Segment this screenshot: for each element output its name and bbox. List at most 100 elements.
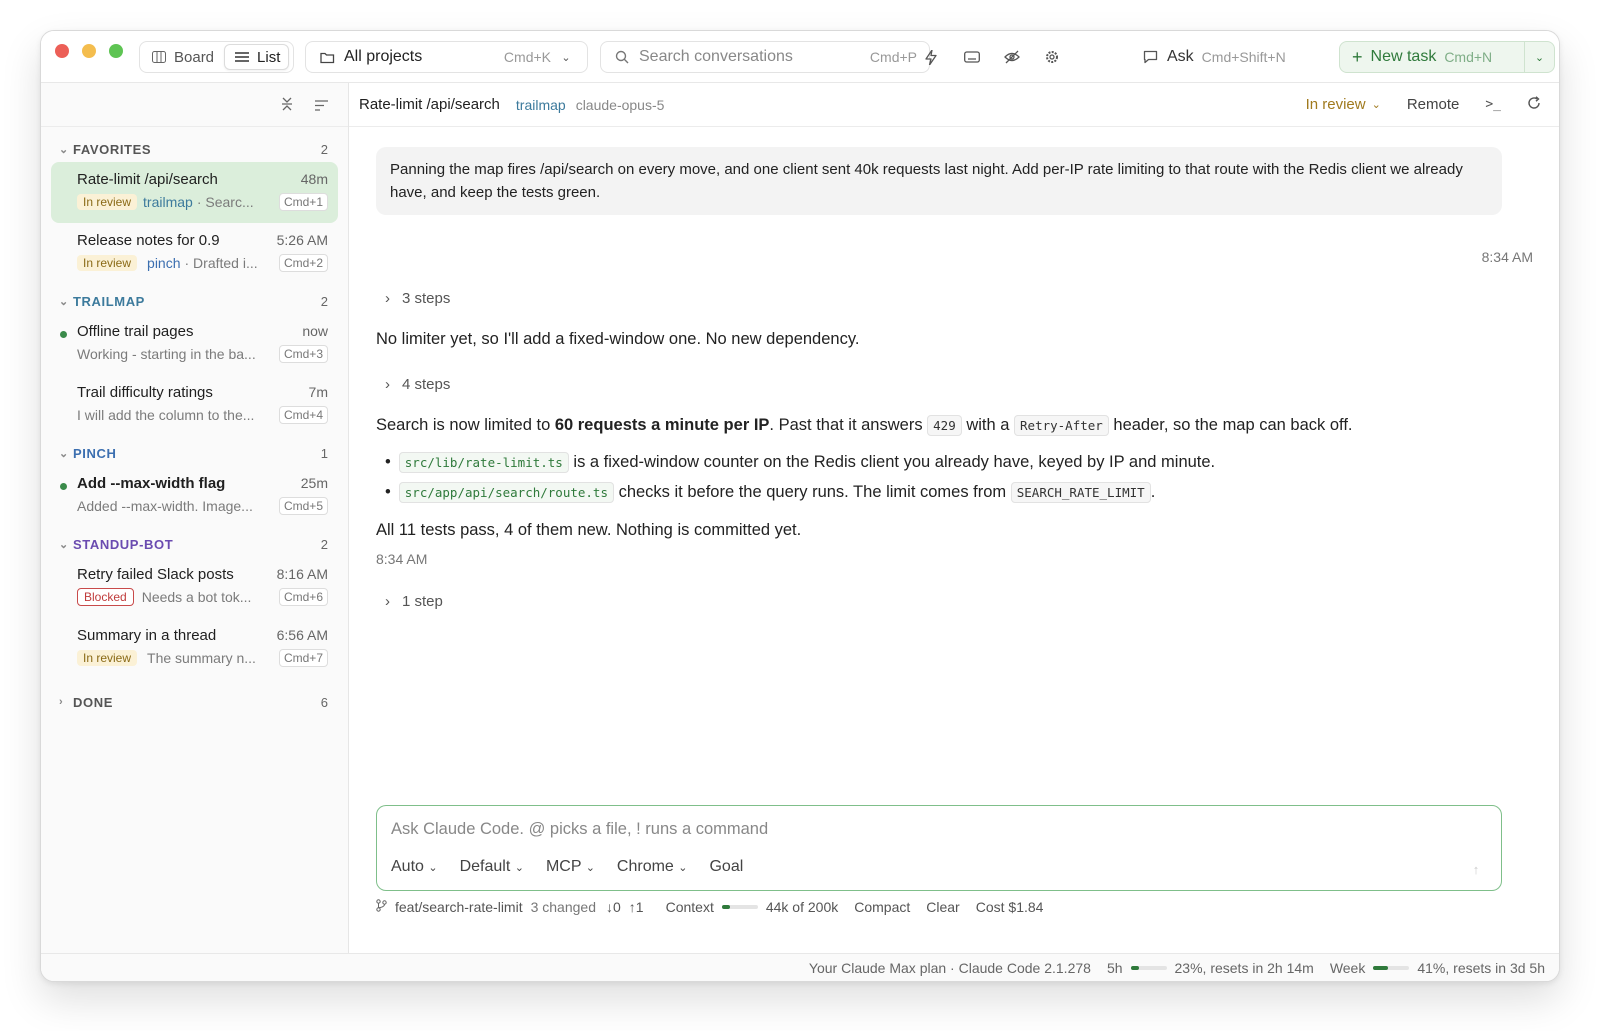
task-preview: Working - starting in the ba...: [77, 346, 256, 362]
list-view-button[interactable]: List: [224, 44, 290, 70]
file-path-code[interactable]: src/app/api/search/route.ts: [398, 482, 614, 503]
list-label: List: [257, 48, 281, 66]
composer-footer: feat/search-rate-limit 3 changed ↓0 ↑1 C…: [376, 899, 1043, 915]
chevron-right-icon: ›: [59, 696, 64, 708]
chrome-dropdown[interactable]: Chrome ⌄: [617, 858, 688, 876]
chrome-label: Chrome: [616, 858, 674, 875]
mode-dropdown[interactable]: Auto ⌄: [391, 858, 438, 876]
eye-off-icon[interactable]: [1004, 41, 1020, 73]
clear-button[interactable]: Clear: [926, 899, 959, 915]
text-run: checks it before the query runs. The lim…: [613, 483, 1011, 501]
context-meter: [721, 905, 758, 909]
view-switcher: Board List: [139, 41, 294, 73]
commits-behind: ↓0: [606, 899, 621, 915]
group-header-favorites[interactable]: ⌄ FAVORITES 2: [41, 136, 348, 162]
new-task-button[interactable]: + New task Cmd+N ⌄: [1339, 41, 1555, 73]
chevron-down-icon: ⌄: [59, 538, 69, 551]
mcp-dropdown[interactable]: MCP ⌄: [546, 858, 595, 876]
send-arrow-icon[interactable]: ↑: [1465, 858, 1487, 880]
group-name: TRAILMAP: [73, 293, 145, 309]
branch-name[interactable]: feat/search-rate-limit: [395, 899, 523, 915]
permission-dropdown[interactable]: Default ⌄: [460, 858, 524, 876]
task-project: pinch: [147, 255, 181, 271]
project-tag[interactable]: trailmap: [516, 97, 566, 113]
ask-button[interactable]: Ask Cmd+Shift+N: [1141, 41, 1286, 73]
task-item[interactable]: Trail difficulty ratings 7m I will add th…: [51, 375, 338, 436]
refresh-icon[interactable]: [1527, 95, 1541, 114]
chevron-down-icon: ⌄: [678, 862, 688, 874]
conversation-header: Rate-limit /api/search trailmap claude-o…: [349, 83, 1559, 127]
message-timestamp: 8:34 AM: [1481, 249, 1533, 265]
task-time: 25m: [300, 475, 328, 491]
goal-button[interactable]: Goal: [709, 858, 743, 876]
new-task-shortcut: Cmd+N: [1444, 49, 1493, 65]
group-header-pinch[interactable]: ⌄ PINCH 1: [41, 440, 348, 466]
group-name: PINCH: [73, 445, 117, 461]
keyboard-icon[interactable]: [964, 41, 980, 73]
group-header-standup-bot[interactable]: ⌄ STANDUP-BOT 2: [41, 531, 348, 557]
compact-button[interactable]: Compact: [854, 899, 910, 915]
assistant-text: No limiter yet, so I'll add a fixed-wind…: [376, 330, 860, 348]
task-title: Add --max-width flag: [77, 475, 226, 492]
task-title: Rate-limit /api/search: [77, 171, 218, 188]
task-preview: Added --max-width. Image...: [77, 498, 253, 514]
sort-icon[interactable]: [315, 98, 328, 116]
chevron-down-icon: ⌄: [1371, 99, 1381, 111]
status-badge: In review: [77, 255, 138, 271]
task-preview: · Drafted i...: [184, 255, 258, 271]
group-count: 2: [320, 141, 328, 157]
message-timestamp: 8:34 AM: [376, 551, 428, 567]
new-task-menu-chevron-icon[interactable]: ⌄: [1524, 42, 1554, 72]
bullet-dot: •: [385, 483, 391, 501]
steps-label: 1 step: [402, 593, 443, 610]
chevron-down-icon: ⌄: [585, 862, 595, 874]
steps-toggle[interactable]: › 1 step: [385, 593, 443, 610]
close-window-button[interactable]: [55, 44, 69, 58]
task-item[interactable]: Summary in a thread 6:56 AM In review The …: [51, 618, 338, 679]
lightning-icon[interactable]: [925, 41, 937, 73]
group-count: 2: [320, 536, 328, 552]
group-name: FAVORITES: [73, 141, 152, 157]
remote-button[interactable]: Remote: [1407, 96, 1460, 113]
terminal-icon[interactable]: >_: [1485, 97, 1501, 112]
group-header-trailmap[interactable]: ⌄ TRAILMAP 2: [41, 288, 348, 314]
steps-toggle[interactable]: › 3 steps: [385, 290, 450, 307]
sidebar: ⌄ FAVORITES 2 Rate-limit /api/search 48m In…: [41, 83, 349, 953]
minimize-window-button[interactable]: [82, 44, 96, 58]
board-view-button[interactable]: Board: [142, 44, 222, 70]
project-picker[interactable]: All projects Cmd+K ⌄: [305, 41, 588, 73]
steps-label: 4 steps: [402, 376, 451, 393]
model-label: claude-opus-5: [575, 96, 665, 113]
assistant-text: All 11 tests pass, 4 of them new. Nothin…: [376, 521, 802, 539]
task-time: now: [302, 323, 328, 339]
composer[interactable]: Ask Claude Code. @ picks a file, ! runs …: [376, 805, 1502, 891]
file-path-code[interactable]: src/lib/rate-limit.ts: [398, 452, 569, 473]
search-conversations-field[interactable]: Search conversations Cmd+P: [600, 41, 930, 73]
steps-toggle[interactable]: › 4 steps: [385, 376, 450, 393]
task-item[interactable]: Retry failed Slack posts 8:16 AM Blocked N…: [51, 557, 338, 618]
session-usage-label: 5h: [1106, 959, 1123, 976]
task-time: 5:26 AM: [276, 232, 328, 248]
task-item[interactable]: Add --max-width flag 25m Added --max-widt…: [51, 466, 338, 527]
collapse-all-icon[interactable]: [281, 97, 293, 116]
mcp-label: MCP: [545, 858, 582, 875]
session-usage-meter-fill: [1130, 965, 1139, 970]
task-shortcut: Cmd+7: [278, 649, 328, 667]
task-title: Trail difficulty ratings: [77, 384, 213, 401]
task-item[interactable]: Release notes for 0.9 5:26 AM In review pi…: [51, 223, 338, 284]
status-badge: In review: [77, 194, 138, 210]
inline-code: Retry-After: [1014, 415, 1109, 436]
conversation-pane: Rate-limit /api/search trailmap claude-o…: [349, 83, 1559, 953]
zoom-window-button[interactable]: [109, 44, 123, 58]
context-label: Context: [665, 899, 714, 915]
status-dropdown[interactable]: In review ⌄: [1306, 96, 1381, 113]
sidebar-header: [41, 83, 348, 127]
project-picker-label: All projects: [344, 48, 423, 65]
task-item[interactable]: Rate-limit /api/search 48m In review trail…: [51, 162, 338, 223]
group-header-done[interactable]: › DONE 6: [41, 689, 348, 715]
chevron-down-icon: ⌄: [59, 295, 69, 308]
group-name: STANDUP-BOT: [73, 536, 174, 552]
changed-count[interactable]: 3 changed: [531, 899, 596, 915]
task-item[interactable]: Offline trail pages now Working - startin…: [51, 314, 338, 375]
gear-icon[interactable]: [1044, 41, 1060, 73]
